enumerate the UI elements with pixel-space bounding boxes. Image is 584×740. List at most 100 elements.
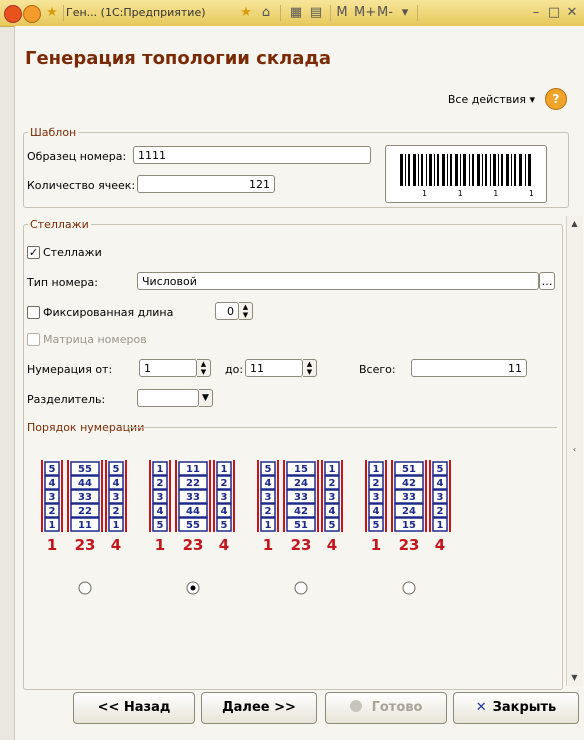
- rack-cell-label: 5: [437, 464, 444, 475]
- rack-cell-label: 3: [437, 492, 444, 503]
- rack-cell-label: 4: [373, 506, 380, 517]
- menu-dropdown-icon[interactable]: [23, 5, 41, 23]
- rack-cell-label: 55: [186, 520, 200, 531]
- done-button[interactable]: Готово: [325, 692, 447, 724]
- memory-m-button[interactable]: M: [336, 5, 348, 21]
- sample-number-field[interactable]: 1111: [133, 146, 371, 164]
- favorites-star-icon[interactable]: ★: [44, 5, 60, 21]
- rack-cell-label: 2: [329, 478, 336, 489]
- rack-cell-label: 4: [437, 478, 444, 489]
- app-logo-icon[interactable]: [4, 5, 22, 23]
- rack-number-label: 4: [327, 536, 337, 554]
- rack-cell-label: 3: [373, 492, 380, 503]
- numbering-from-stepper[interactable]: ▲ ▼: [197, 359, 211, 377]
- rack-cell-label: 44: [78, 478, 92, 489]
- numbering-order-radio: [402, 581, 416, 595]
- add-favorite-icon[interactable]: ★: [238, 5, 254, 21]
- racks-checkbox[interactable]: ✓: [27, 246, 40, 259]
- rack-cell-label: 5: [373, 520, 380, 531]
- fixed-length-field[interactable]: 0: [215, 302, 239, 320]
- minimize-icon[interactable]: –: [528, 5, 544, 21]
- numbering-order-radio: [78, 581, 92, 595]
- racks-checkbox-label: Стеллажи: [43, 246, 102, 259]
- separator-select[interactable]: [137, 389, 199, 407]
- title-bar: ★ Ген... (1С:Предприятие) ★ ⌂ ▦ ▤ M M+ M…: [0, 0, 584, 27]
- rack-cell-label: 51: [402, 464, 416, 475]
- rack-cell-label: 1: [113, 520, 120, 531]
- rack-cell-label: 3: [221, 492, 228, 503]
- back-button[interactable]: << Назад: [73, 692, 195, 724]
- calendar-icon[interactable]: ▤: [308, 5, 324, 21]
- numbering-to-label: до:: [225, 363, 244, 376]
- scroll-up-icon[interactable]: ▲: [568, 216, 581, 232]
- vertical-scrollbar[interactable]: ▲ ‹ ▼: [566, 216, 583, 686]
- close-button[interactable]: ✕ Закрыть: [453, 692, 579, 724]
- total-label: Всего:: [359, 363, 396, 376]
- rack-cell-label: 3: [329, 492, 336, 503]
- rack-cell-label: 42: [294, 506, 308, 517]
- numbering-from-field[interactable]: 1: [139, 359, 197, 377]
- all-actions-button[interactable]: Все действия ▾: [448, 93, 535, 106]
- barcode-image: 1 1 1 1: [385, 145, 547, 203]
- fixed-length-label: Фиксированная длина: [43, 306, 174, 319]
- memory-plus-button[interactable]: M+: [354, 5, 376, 21]
- numbering-to-stepper[interactable]: ▲ ▼: [303, 359, 317, 377]
- rack-cell-label: 2: [221, 478, 228, 489]
- rack-cell-label: 3: [113, 492, 120, 503]
- barcode-digits: 1 1 1 1: [422, 189, 546, 198]
- rack-cell-label: 1: [437, 520, 444, 531]
- rack-number-label: 23: [399, 536, 420, 554]
- rack-cell-label: 5: [221, 520, 228, 531]
- rack-cell-label: 24: [402, 506, 416, 517]
- sample-number-label: Образец номера:: [27, 150, 127, 163]
- numbering-from-label: Нумерация от:: [27, 363, 113, 376]
- rack-cell-label: 24: [294, 478, 308, 489]
- maximize-icon[interactable]: □: [546, 5, 562, 21]
- number-type-select-button[interactable]: …: [539, 272, 555, 290]
- rack-number-label: 1: [155, 536, 165, 554]
- fixed-length-stepper[interactable]: ▲ ▼: [239, 302, 253, 320]
- separator-dropdown-icon[interactable]: ▼: [199, 389, 213, 407]
- rack-number-label: 4: [111, 536, 121, 554]
- memory-minus-button[interactable]: M-: [376, 5, 394, 21]
- rack-cell-label: 33: [78, 492, 92, 503]
- rack-cell-label: 5: [329, 520, 336, 531]
- fixed-length-checkbox[interactable]: [27, 306, 40, 319]
- rack-cell-label: 1: [329, 464, 336, 475]
- calculator-icon[interactable]: ▦: [288, 5, 304, 21]
- rack-cell-label: 5: [113, 464, 120, 475]
- rack-cell-label: 4: [49, 478, 56, 489]
- numbering-to-field[interactable]: 11: [245, 359, 303, 377]
- total-field: 11: [411, 359, 527, 377]
- rack-cell-label: 3: [157, 492, 164, 503]
- rack-cell-label: 15: [294, 464, 308, 475]
- close-icon[interactable]: ✕: [564, 5, 580, 21]
- separator-label: Разделитель:: [27, 393, 106, 406]
- matrix-checkbox[interactable]: [27, 333, 40, 346]
- rack-number-label: 23: [75, 536, 96, 554]
- rack-cell-label: 22: [186, 478, 200, 489]
- rack-cell-label: 55: [78, 464, 92, 475]
- rack-number-label: 1: [371, 536, 381, 554]
- scroll-grip-icon[interactable]: ‹: [568, 442, 581, 458]
- next-button[interactable]: Далее >>: [201, 692, 317, 724]
- rack-number-label: 23: [183, 536, 204, 554]
- rack-number-label: 1: [47, 536, 57, 554]
- rack-cell-label: 2: [265, 506, 272, 517]
- rack-cell-label: 22: [78, 506, 92, 517]
- numbering-order-radio-dot: [190, 585, 196, 591]
- wizard-window: Генерация топологии склада Все действия …: [14, 26, 584, 740]
- chevron-down-icon[interactable]: ▾: [397, 5, 413, 21]
- help-icon[interactable]: ?: [545, 88, 567, 110]
- window-title: Ген... (1С:Предприятие): [66, 6, 206, 19]
- number-type-field[interactable]: Числовой: [137, 272, 539, 290]
- rack-cell-label: 2: [113, 506, 120, 517]
- numbering-order-diagrams: 543215544332211543211 23 41234511223344551…: [41, 460, 451, 595]
- rack-cell-label: 3: [265, 492, 272, 503]
- rack-cell-label: 3: [49, 492, 56, 503]
- rack-cell-label: 2: [157, 478, 164, 489]
- rack-cell-label: 1: [49, 520, 56, 531]
- close-label: Закрыть: [492, 700, 557, 715]
- home-icon[interactable]: ⌂: [258, 5, 274, 21]
- scroll-down-icon[interactable]: ▼: [568, 670, 581, 686]
